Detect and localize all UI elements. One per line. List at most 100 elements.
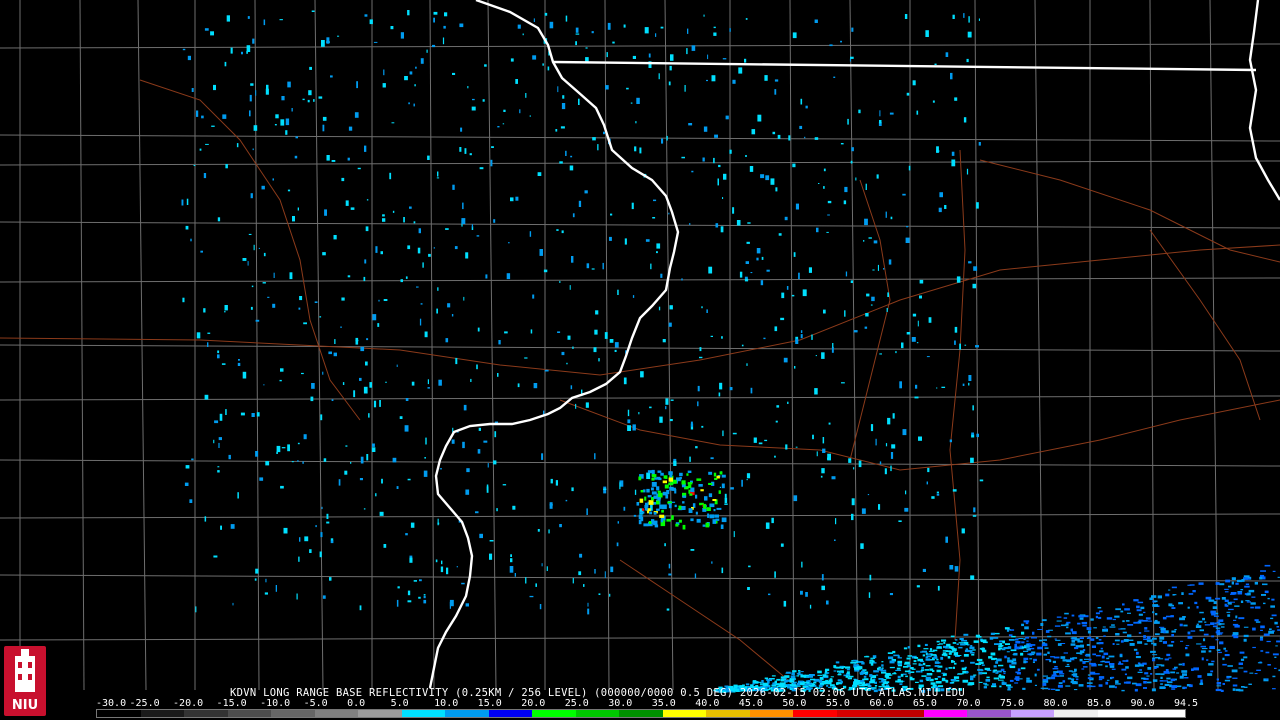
echo-pixel [477,327,480,332]
echo-pixel [641,508,645,511]
echo-pixel [1225,579,1231,583]
echo-pixel [187,55,191,61]
echo-pixel [1152,611,1155,614]
echo-pixel [911,337,916,342]
echo-pixel [1056,616,1062,618]
echo-pixel [832,343,834,348]
echo-pixel [665,398,669,405]
echo-pixel [510,558,513,563]
echo-pixel [295,136,298,139]
echo-pixel [585,402,589,408]
echo-pixel [1250,606,1254,609]
echo-pixel [963,13,965,18]
echo-pixel [706,79,708,82]
echo-pixel [877,667,880,670]
echo-pixel [770,178,775,185]
echo-pixel [1222,657,1225,661]
echo-pixel [427,387,430,389]
echo-pixel [403,217,405,223]
echo-pixel [455,357,458,365]
echo-pixel [936,669,941,673]
county-line [1034,0,1044,691]
echo-pixel [840,680,843,684]
colorbar-segment [401,710,446,717]
echo-pixel [478,427,481,431]
echo-pixel [1218,651,1222,654]
echo-pixel [839,671,843,673]
echo-pixel [930,682,936,685]
echo-pixel [799,125,803,129]
echo-pixel [866,293,870,297]
echo-pixel [383,69,385,76]
echo-pixel [706,309,708,313]
echo-pixel [1135,656,1141,659]
echo-pixel [958,646,963,649]
echo-pixel [364,259,367,264]
echo-pixel [838,673,841,676]
echo-pixel [805,105,808,109]
echo-pixel [1222,663,1227,666]
echo-pixel [681,156,685,159]
echo-pixel [1171,641,1175,643]
echo-pixel [439,468,442,470]
echo-pixel [1157,595,1162,599]
echo-pixel [954,326,958,333]
echo-pixel [204,394,209,400]
echo-pixel [948,652,952,655]
echo-pixel [1106,617,1113,620]
echo-pixel [493,219,496,223]
echo-pixel [578,98,580,105]
echo-pixel [789,680,795,683]
echo-pixel [330,540,334,544]
echo-pixel [887,417,891,425]
echo-pixel [228,454,231,460]
echo-pixel [1168,644,1174,647]
echo-pixel [716,475,720,479]
echo-pixel [951,159,956,167]
echo-pixel [1078,684,1084,687]
echo-pixel [850,56,854,59]
echo-pixel [688,508,693,513]
echo-pixel [433,11,438,15]
echo-pixel [970,661,975,664]
echo-pixel [357,167,361,170]
echo-pixel [1211,613,1216,616]
echo-pixel [977,668,983,671]
echo-pixel [256,412,260,417]
echo-pixel [892,673,897,675]
echo-pixel [491,146,494,148]
echo-pixel [705,522,710,528]
echo-pixel [396,486,399,489]
echo-pixel [835,518,837,525]
echo-pixel [502,484,507,486]
echo-pixel [656,500,660,505]
echo-pixel [971,432,974,435]
echo-pixel [942,650,948,652]
echo-pixel [1137,671,1143,673]
echo-pixel [891,444,896,449]
echo-pixel [287,189,291,192]
echo-pixel [845,666,851,669]
echo-pixel [285,130,288,135]
echo-pixel [569,165,574,171]
echo-pixel [1182,662,1185,666]
echo-pixel [1162,641,1167,644]
echo-pixel [595,310,599,315]
echo-pixel [1200,645,1206,648]
echo-pixel [1018,638,1024,639]
echo-pixel [919,664,923,666]
echo-pixel [1109,685,1115,688]
echo-pixel [1223,647,1226,650]
colorscale-label: 65.0 [912,698,937,709]
echo-pixel [281,96,285,101]
echo-pixel [968,375,972,381]
echo-pixel [308,90,312,96]
echo-pixel [1052,668,1059,670]
echo-pixel [476,364,478,370]
echo-pixel [919,679,924,683]
echo-pixel [929,648,933,651]
echo-pixel [942,652,947,655]
echo-pixel [437,287,439,291]
echo-pixel [895,351,897,354]
echo-pixel [899,683,903,685]
